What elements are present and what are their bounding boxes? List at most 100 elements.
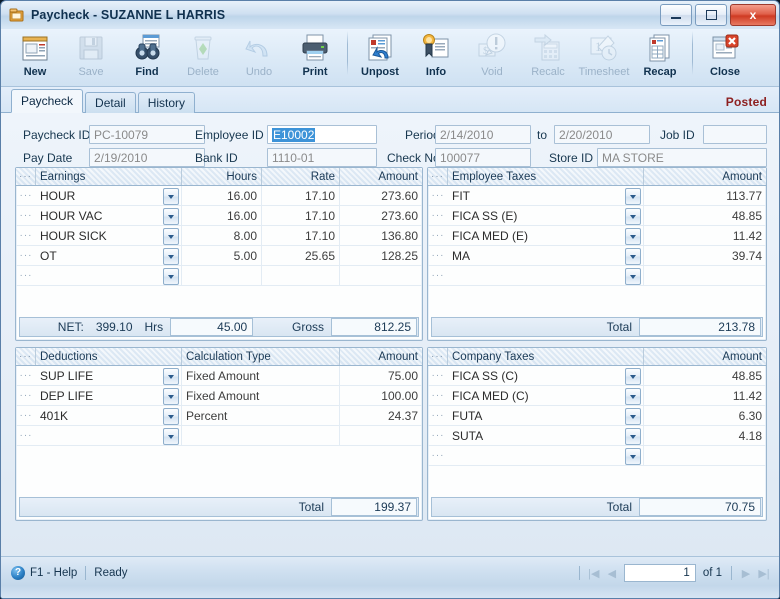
chevron-down-icon[interactable] <box>625 388 641 405</box>
co-tax-amount-cell[interactable]: 48.85 <box>644 366 766 385</box>
hrs-value[interactable]: 45.00 <box>170 318 254 336</box>
check-no-input[interactable]: 100077 <box>435 148 531 167</box>
emp-tax-amount-cell[interactable]: 39.74 <box>644 246 766 265</box>
table-row[interactable]: ··· FICA MED (E) 11.42 <box>428 226 766 246</box>
co-tax-name-cell[interactable]: FICA SS (C) <box>448 366 644 385</box>
nav-next-button[interactable]: ▶ <box>737 563 755 583</box>
deduction-amount-cell[interactable] <box>340 426 422 445</box>
chevron-down-icon[interactable] <box>163 388 179 405</box>
deductions-total-value[interactable]: 199.37 <box>331 498 417 516</box>
deduction-amount-cell[interactable]: 75.00 <box>340 366 422 385</box>
toolbar-new-button[interactable]: New <box>7 29 63 85</box>
row-selector[interactable]: ··· <box>428 386 448 405</box>
table-row[interactable]: ··· 401K Percent 24.37 <box>16 406 422 426</box>
chevron-down-icon[interactable] <box>625 208 641 225</box>
emp-tax-col-name[interactable]: Employee Taxes <box>448 168 644 185</box>
row-selector[interactable]: ··· <box>16 206 36 225</box>
emp-tax-amount-cell[interactable] <box>644 266 766 285</box>
table-row[interactable]: ··· HOUR SICK 8.00 17.10 136.80 <box>16 226 422 246</box>
row-selector[interactable]: ··· <box>428 226 448 245</box>
emp-tax-name-cell[interactable]: FICA MED (E) <box>448 226 644 245</box>
emp-tax-amount-cell[interactable]: 113.77 <box>644 186 766 205</box>
earnings-rate-cell[interactable]: 25.65 <box>262 246 340 265</box>
toolbar-save-button[interactable]: Save <box>63 29 119 85</box>
paycheck-id-input[interactable]: PC-10079 <box>89 125 205 144</box>
nav-first-button[interactable]: |◀ <box>585 563 603 583</box>
chevron-down-icon[interactable] <box>625 248 641 265</box>
earnings-col-rate[interactable]: Rate <box>262 168 340 185</box>
row-selector[interactable]: ··· <box>428 186 448 205</box>
deduction-name-cell[interactable] <box>36 426 182 445</box>
chevron-down-icon[interactable] <box>625 268 641 285</box>
toolbar-delete-button[interactable]: Delete <box>175 29 231 85</box>
table-row[interactable]: ··· FUTA 6.30 <box>428 406 766 426</box>
earnings-rate-cell[interactable]: 17.10 <box>262 226 340 245</box>
deduction-calc-cell[interactable]: Percent <box>182 406 340 425</box>
table-row-empty[interactable]: ··· <box>16 266 422 286</box>
chevron-down-icon[interactable] <box>625 448 641 465</box>
chevron-down-icon[interactable] <box>625 368 641 385</box>
co-tax-name-cell[interactable]: FUTA <box>448 406 644 425</box>
deduction-amount-cell[interactable]: 24.37 <box>340 406 422 425</box>
earnings-col-hours[interactable]: Hours <box>182 168 262 185</box>
earnings-name-cell[interactable]: HOUR <box>36 186 182 205</box>
co-tax-amount-cell[interactable] <box>644 446 766 465</box>
chevron-down-icon[interactable] <box>163 268 179 285</box>
row-selector[interactable]: ··· <box>16 386 36 405</box>
deduction-name-cell[interactable]: 401K <box>36 406 182 425</box>
pay-date-input[interactable]: 2/19/2010 <box>89 148 205 167</box>
earnings-name-cell[interactable] <box>36 266 182 285</box>
tab-paycheck[interactable]: Paycheck <box>11 89 84 113</box>
earnings-rate-cell[interactable] <box>262 266 340 285</box>
earnings-rate-cell[interactable]: 17.10 <box>262 186 340 205</box>
co-tax-amount-cell[interactable]: 11.42 <box>644 386 766 405</box>
deductions-row-menu-header[interactable]: ··· <box>16 348 36 365</box>
co-tax-row-menu-header[interactable]: ··· <box>428 348 448 365</box>
row-selector[interactable]: ··· <box>428 426 448 445</box>
chevron-down-icon[interactable] <box>163 368 179 385</box>
earnings-row-menu-header[interactable]: ··· <box>16 168 36 185</box>
emp-tax-name-cell[interactable] <box>448 266 644 285</box>
chevron-down-icon[interactable] <box>625 228 641 245</box>
deduction-name-cell[interactable]: DEP LIFE <box>36 386 182 405</box>
row-selector[interactable]: ··· <box>16 406 36 425</box>
employee-id-input[interactable]: E10002 <box>267 125 377 144</box>
earnings-name-cell[interactable]: HOUR SICK <box>36 226 182 245</box>
period-from-input[interactable]: 2/14/2010 <box>435 125 531 144</box>
chevron-down-icon[interactable] <box>163 408 179 425</box>
toolbar-close-button[interactable]: Close <box>697 29 753 85</box>
table-row[interactable]: ··· SUP LIFE Fixed Amount 75.00 <box>16 366 422 386</box>
table-row[interactable]: ··· FICA SS (E) 48.85 <box>428 206 766 226</box>
period-to-input[interactable]: 2/20/2010 <box>554 125 650 144</box>
earnings-hours-cell[interactable]: 5.00 <box>182 246 262 265</box>
emp-tax-name-cell[interactable]: FICA SS (E) <box>448 206 644 225</box>
earnings-amount-cell[interactable] <box>340 266 422 285</box>
co-tax-col-name[interactable]: Company Taxes <box>448 348 644 365</box>
toolbar-recalc-button[interactable]: Recalc <box>520 29 576 85</box>
emp-tax-amount-cell[interactable]: 11.42 <box>644 226 766 245</box>
chevron-down-icon[interactable] <box>625 408 641 425</box>
deductions-col-amount[interactable]: Amount <box>340 348 422 365</box>
co-tax-name-cell[interactable]: FICA MED (C) <box>448 386 644 405</box>
earnings-amount-cell[interactable]: 273.60 <box>340 186 422 205</box>
row-selector[interactable]: ··· <box>16 266 36 285</box>
toolbar-timesheet-button[interactable]: 1 Timesheet <box>576 29 632 85</box>
nav-last-button[interactable]: ▶| <box>755 563 773 583</box>
maximize-button[interactable] <box>695 4 727 26</box>
chevron-down-icon[interactable] <box>163 188 179 205</box>
deductions-col-name[interactable]: Deductions <box>36 348 182 365</box>
nav-prev-button[interactable]: ◀ <box>603 563 621 583</box>
table-row-empty[interactable]: ··· <box>428 446 766 466</box>
toolbar-print-button[interactable]: Print <box>287 29 343 85</box>
earnings-col-name[interactable]: Earnings <box>36 168 182 185</box>
co-tax-amount-cell[interactable]: 4.18 <box>644 426 766 445</box>
earnings-hours-cell[interactable]: 8.00 <box>182 226 262 245</box>
toolbar-info-button[interactable]: Info <box>408 29 464 85</box>
chevron-down-icon[interactable] <box>625 188 641 205</box>
deduction-amount-cell[interactable]: 100.00 <box>340 386 422 405</box>
earnings-hours-cell[interactable] <box>182 266 262 285</box>
co-tax-amount-cell[interactable]: 6.30 <box>644 406 766 425</box>
toolbar-unpost-button[interactable]: Unpost <box>352 29 408 85</box>
table-row[interactable]: ··· OT 5.00 25.65 128.25 <box>16 246 422 266</box>
toolbar-find-button[interactable]: Find <box>119 29 175 85</box>
